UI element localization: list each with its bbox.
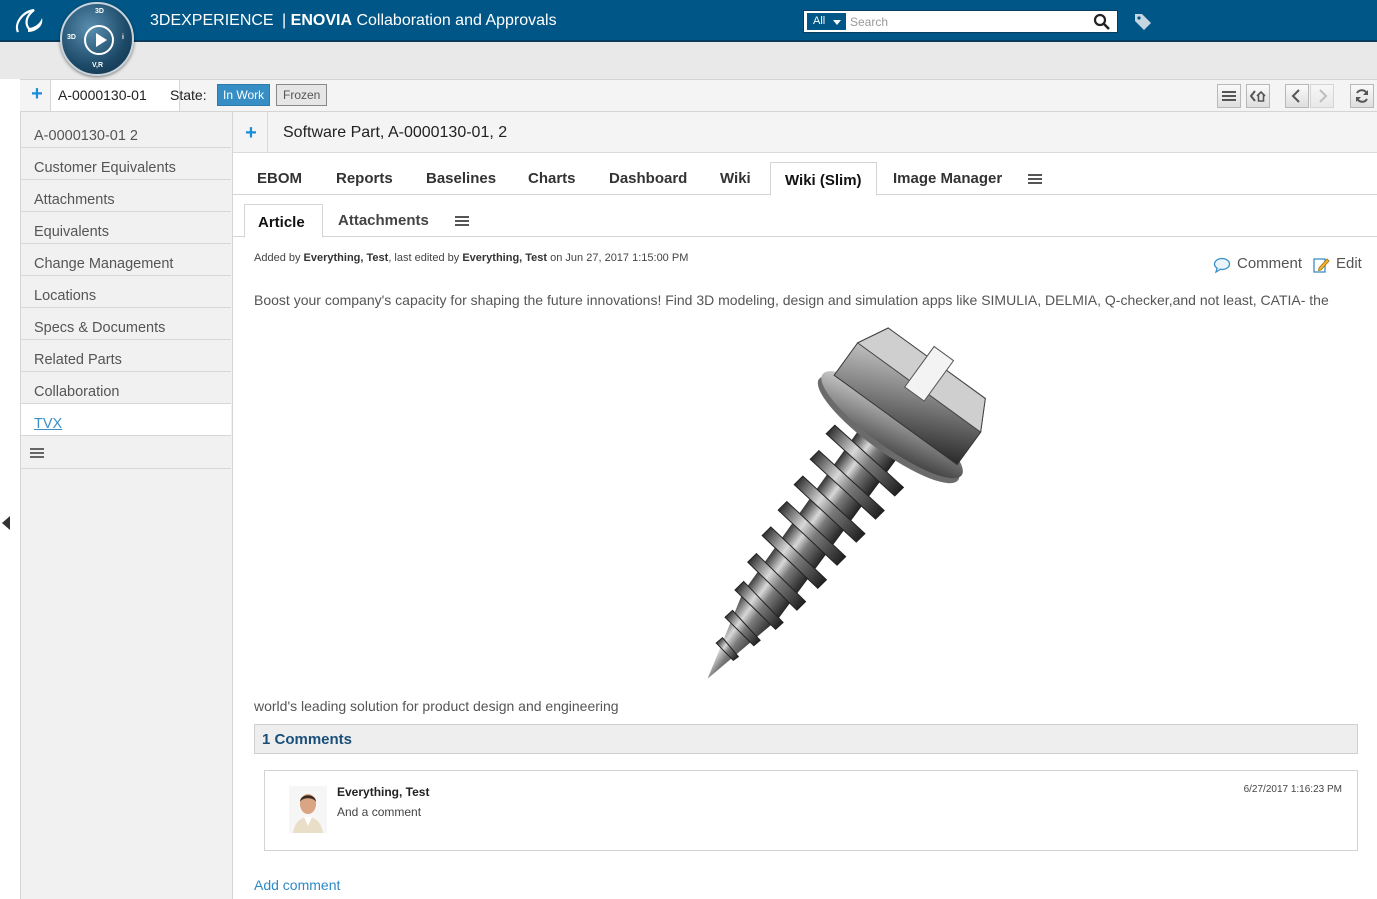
state-label: State: (170, 87, 207, 103)
sidebar-item-equivalents[interactable]: Equivalents (21, 212, 231, 244)
play-icon (84, 25, 114, 55)
tab-attachments[interactable]: Attachments (338, 212, 429, 229)
sidebar-item-locations[interactable]: Locations (21, 276, 231, 308)
sidebar-item-label: Specs & Documents (34, 320, 166, 336)
home-back-icon (1250, 90, 1266, 102)
sidebar-item-collaboration[interactable]: Collaboration (21, 372, 231, 404)
sidebar-item-label: Locations (34, 288, 97, 304)
sidebar-item-label: Change Management (34, 256, 174, 272)
search-scope-label: All (813, 15, 826, 27)
next-button[interactable] (1310, 84, 1334, 108)
comment-item: Everything, Test And a comment 6/27/2017… (264, 770, 1358, 851)
toolbar-band (0, 42, 1377, 79)
sidebar-item-label: Related Parts (34, 352, 122, 368)
compass-left-label: 3D (67, 34, 76, 41)
compass-bottom-label: V,R (92, 62, 104, 69)
article-text-intro: Boost your company's capacity for shapin… (254, 292, 1329, 308)
edit-icon[interactable] (1312, 256, 1330, 274)
tab-charts[interactable]: Charts (528, 170, 576, 187)
comment-button[interactable]: Comment (1237, 255, 1302, 272)
list-view-button[interactable] (1217, 84, 1241, 108)
chevron-down-icon (833, 20, 841, 25)
sidebar-item-label: Customer Equivalents (34, 160, 176, 176)
compass-right-label: i (122, 34, 124, 41)
object-name: A-0000130-01 (50, 80, 180, 111)
search-scope-select[interactable]: All (807, 13, 846, 30)
article-meta: Added by Everything, Test, last edited b… (254, 252, 688, 264)
add-icon[interactable]: + (27, 84, 47, 104)
sidebar-item-label: A-0000130-01 2 (34, 128, 138, 144)
comment-text: And a comment (337, 805, 422, 819)
state-in-work-badge[interactable]: In Work (217, 84, 271, 106)
sidebar-item-attachments[interactable]: Attachments (21, 180, 231, 212)
main-tabs: EBOM Reports Baselines Charts Dashboard … (233, 153, 1377, 196)
app-title: 3DEXPERIENCE | ENOVIA Collaboration and … (150, 12, 557, 29)
dassault-logo-icon[interactable] (12, 6, 48, 36)
tab-reports[interactable]: Reports (336, 170, 393, 187)
refresh-button[interactable] (1350, 84, 1374, 108)
search-box: All (803, 10, 1118, 33)
list-icon (1222, 91, 1236, 101)
sidebar-item-label: Attachments (34, 192, 115, 208)
sidebar-item-label: Equivalents (34, 224, 109, 240)
chevron-right-icon (1319, 89, 1328, 103)
screw-image (707, 327, 986, 679)
home-back-button[interactable] (1246, 84, 1270, 108)
avatar (289, 786, 327, 833)
meta-edited-label: , last edited by (388, 252, 460, 264)
comment-date: 6/27/2017 1:16:23 PM (1243, 784, 1342, 795)
sidebar-item-revision[interactable]: A-0000130-01 2 (21, 116, 231, 148)
tab-dashboard[interactable]: Dashboard (609, 170, 687, 187)
tab-wiki[interactable]: Wiki (720, 170, 751, 187)
menu-icon[interactable] (30, 446, 44, 460)
main-title-bar: + Software Part, A-0000130-01, 2 (233, 112, 1377, 153)
subtabs-menu-icon[interactable] (455, 215, 469, 227)
compass-top-label: 3D (95, 8, 104, 15)
tag-icon[interactable] (1133, 11, 1153, 31)
sidebar-item-label: Collaboration (34, 384, 120, 400)
compass-icon[interactable]: 3D 3D i V,R (60, 2, 134, 76)
add-comment-link[interactable]: Add comment (254, 877, 340, 893)
state-frozen-badge[interactable]: Frozen (276, 84, 328, 106)
comment-icon[interactable] (1213, 256, 1231, 274)
search-input[interactable] (850, 13, 1090, 30)
meta-edited-by: Everything, Test (462, 252, 548, 264)
user-avatar-icon (289, 786, 327, 833)
meta-timestamp: on Jun 27, 2017 1:15:00 PM (550, 252, 689, 264)
article-text-outro: world's leading solution for product des… (254, 698, 619, 714)
collapse-panel-icon[interactable] (2, 516, 10, 530)
tabs-menu-icon[interactable] (1028, 173, 1042, 185)
sidebar-item-change-management[interactable]: Change Management (21, 244, 231, 276)
refresh-icon (1356, 89, 1368, 103)
previous-button[interactable] (1285, 84, 1309, 108)
sidebar-item-tvx[interactable]: TVX (21, 404, 231, 436)
tab-article[interactable]: Article (244, 204, 323, 238)
sidebar-item-label: TVX (34, 416, 63, 432)
brand-prefix: 3DEXPERIENCE (150, 12, 274, 29)
top-bar: 3D 3D i V,R 3DEXPERIENCE | ENOVIA Collab… (0, 0, 1377, 76)
tab-wiki-slim[interactable]: Wiki (Slim) (770, 162, 877, 196)
comments-header: 1 Comments (254, 724, 1358, 754)
meta-added-label: Added by (254, 252, 301, 264)
sidebar: A-0000130-01 2 Customer Equivalents Atta… (20, 112, 233, 899)
brand-app-suffix: Collaboration and Approvals (356, 12, 557, 29)
object-header-bar: + A-0000130-01 State: In Work Frozen (20, 79, 1377, 112)
main-panel: + Software Part, A-0000130-01, 2 EBOM Re… (233, 112, 1377, 899)
meta-added-by: Everything, Test (303, 252, 389, 264)
chevron-left-icon (1291, 89, 1300, 103)
tab-ebom[interactable]: EBOM (257, 170, 302, 187)
sidebar-item-customer-equivalents[interactable]: Customer Equivalents (21, 148, 231, 180)
tab-baselines[interactable]: Baselines (426, 170, 496, 187)
edit-button[interactable]: Edit (1336, 255, 1362, 272)
sidebar-item-related-parts[interactable]: Related Parts (21, 340, 231, 372)
tab-image-manager[interactable]: Image Manager (893, 170, 1002, 187)
sub-tabs: Article Attachments (233, 195, 1377, 238)
add-icon[interactable]: + (241, 123, 261, 143)
search-icon[interactable] (1093, 13, 1111, 31)
page-title: Software Part, A-0000130-01, 2 (283, 124, 508, 141)
brand-app-name: ENOVIA (290, 12, 352, 29)
comment-author: Everything, Test (337, 785, 430, 799)
sidebar-item-specs-documents[interactable]: Specs & Documents (21, 308, 231, 340)
